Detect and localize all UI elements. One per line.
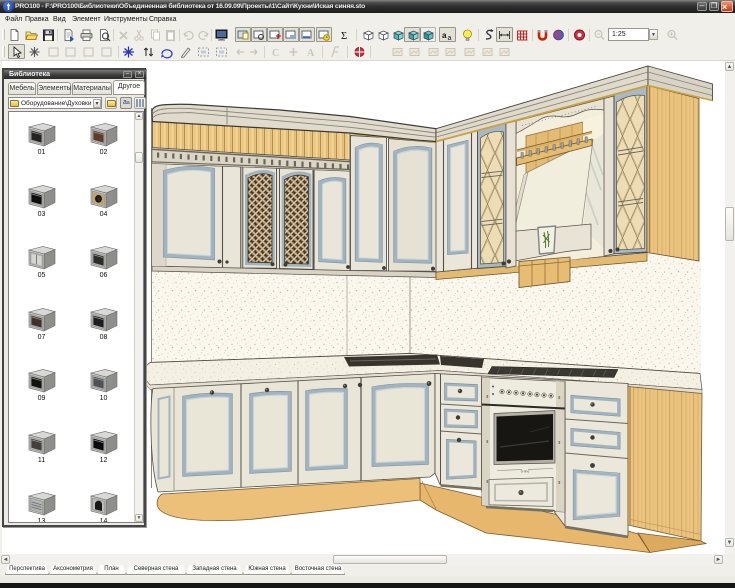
svg-text:Σ: Σ — [341, 31, 347, 42]
svg-text:a: a — [442, 31, 447, 40]
svg-text:A: A — [307, 48, 315, 59]
svg-text:C: C — [272, 48, 279, 59]
svg-text:a: a — [448, 35, 452, 42]
svg-text:S-line: S-line — [521, 469, 530, 473]
